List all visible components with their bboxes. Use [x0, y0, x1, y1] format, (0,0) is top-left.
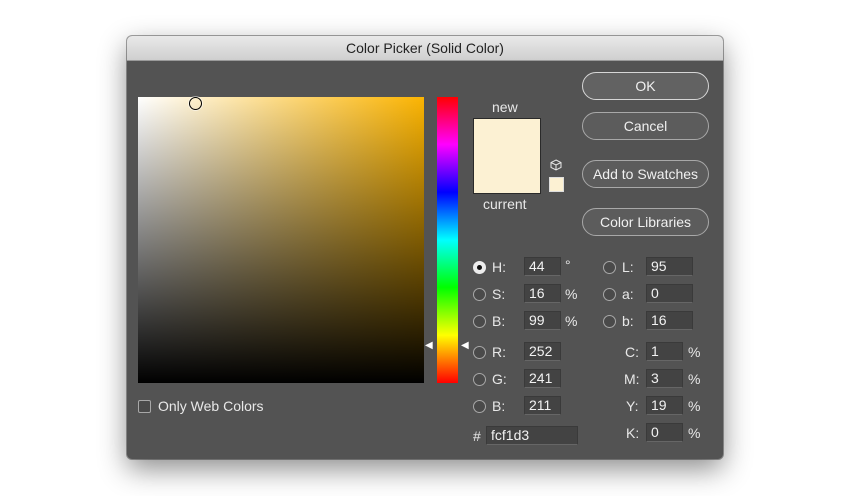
new-color-swatch	[473, 118, 541, 156]
cancel-button[interactable]: Cancel	[582, 112, 709, 140]
label-blue: B:	[492, 398, 506, 414]
lab-l-input[interactable]: 95	[646, 257, 693, 276]
label-yellow: Y:	[626, 398, 639, 414]
label-lab-a: a:	[622, 286, 634, 302]
brightness-input[interactable]: 99	[524, 311, 561, 330]
radio-saturation[interactable]	[473, 288, 486, 301]
lab-b-input[interactable]: 16	[646, 311, 693, 330]
radio-red[interactable]	[473, 346, 486, 359]
magenta-input[interactable]: 3	[646, 369, 683, 388]
hex-input[interactable]: fcf1d3	[486, 426, 578, 445]
color-picker-dialog: Color Picker (Solid Color) ◀ ◀ new curre…	[127, 36, 723, 459]
ok-button[interactable]: OK	[582, 72, 709, 100]
label-lab-b: b:	[622, 313, 634, 329]
magenta-unit: %	[688, 371, 701, 387]
label-saturation: S:	[492, 286, 506, 302]
red-input[interactable]: 252	[524, 342, 561, 361]
only-web-colors-checkbox[interactable]	[138, 400, 151, 413]
color-field[interactable]	[138, 97, 424, 383]
hex-label: #	[473, 428, 481, 444]
radio-hue[interactable]	[473, 261, 486, 274]
hue-slider-right-arrow-icon[interactable]: ◀	[461, 340, 469, 352]
new-color-label: new	[492, 99, 518, 115]
label-lab-l: L:	[622, 259, 634, 275]
current-color-swatch[interactable]	[473, 155, 541, 194]
hue-slider[interactable]	[437, 97, 458, 383]
add-to-swatches-button[interactable]: Add to Swatches	[582, 160, 709, 188]
color-field-cursor[interactable]	[189, 97, 202, 110]
radio-blue[interactable]	[473, 400, 486, 413]
green-input[interactable]: 241	[524, 369, 561, 388]
dialog-title: Color Picker (Solid Color)	[346, 40, 504, 56]
radio-brightness[interactable]	[473, 315, 486, 328]
yellow-unit: %	[688, 398, 701, 414]
brightness-unit: %	[565, 313, 578, 329]
radio-green[interactable]	[473, 373, 486, 386]
yellow-input[interactable]: 19	[646, 396, 683, 415]
cyan-input[interactable]: 1	[646, 342, 683, 361]
label-green: G:	[492, 371, 507, 387]
blue-input[interactable]: 211	[524, 396, 561, 415]
color-libraries-button[interactable]: Color Libraries	[582, 208, 709, 236]
radio-lab-a[interactable]	[603, 288, 616, 301]
cyan-unit: %	[688, 344, 701, 360]
label-brightness: B:	[492, 313, 506, 329]
web-safe-swatch[interactable]	[549, 177, 564, 192]
title-bar[interactable]: Color Picker (Solid Color)	[127, 36, 723, 61]
black-unit: %	[688, 425, 701, 441]
black-input[interactable]: 0	[646, 423, 683, 442]
radio-lab-b[interactable]	[603, 315, 616, 328]
hue-slider-left-arrow-icon[interactable]: ◀	[425, 340, 433, 352]
current-color-label: current	[483, 196, 527, 212]
label-cyan: C:	[625, 344, 639, 360]
saturation-input[interactable]: 16	[524, 284, 561, 303]
only-web-colors-label[interactable]: Only Web Colors	[158, 398, 264, 414]
hue-input[interactable]: 44	[524, 257, 561, 276]
gamut-cube-icon[interactable]	[550, 159, 562, 171]
label-magenta: M:	[624, 371, 640, 387]
label-black: K:	[626, 425, 640, 441]
lab-a-input[interactable]: 0	[646, 284, 693, 303]
saturation-unit: %	[565, 286, 578, 302]
radio-lab-l[interactable]	[603, 261, 616, 274]
hue-unit: °	[565, 257, 571, 273]
label-hue: H:	[492, 259, 506, 275]
label-red: R:	[492, 344, 506, 360]
